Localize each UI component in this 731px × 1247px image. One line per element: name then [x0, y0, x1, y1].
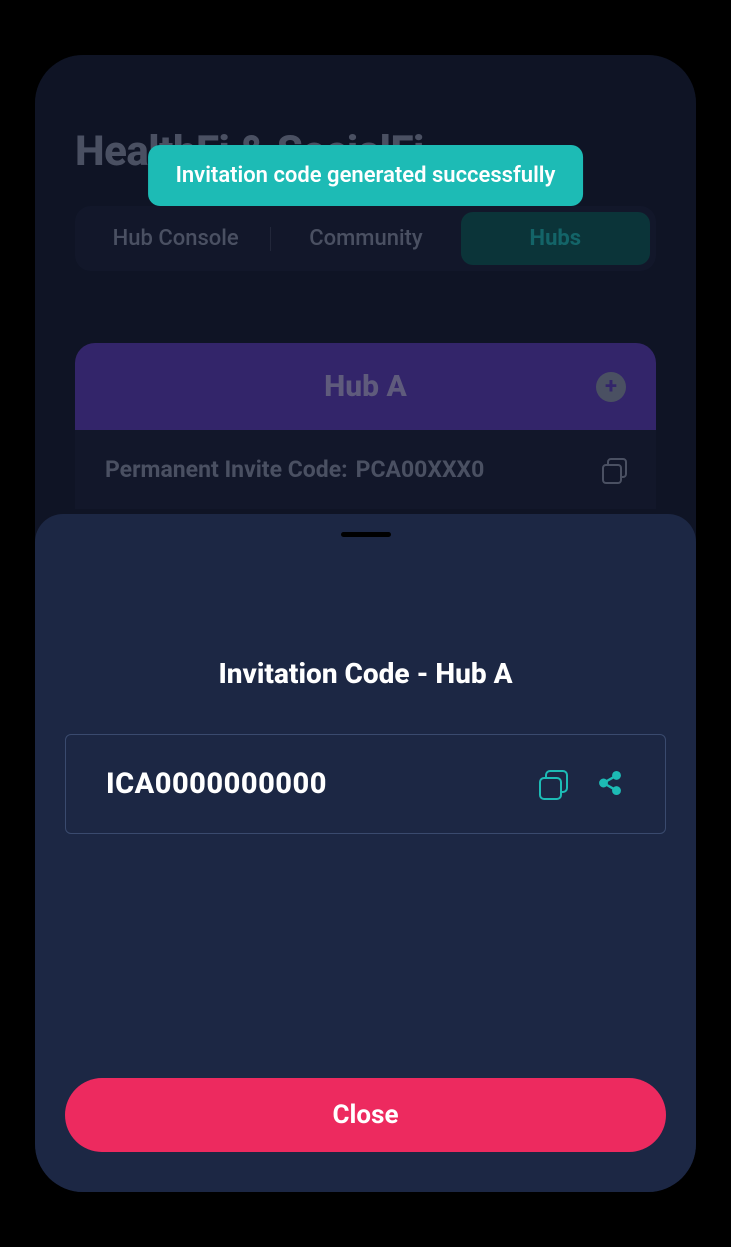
toast-message: Invitation code generated successfully	[176, 163, 556, 188]
copy-icon[interactable]	[602, 458, 626, 482]
modal-title: Invitation Code - Hub A	[65, 657, 666, 690]
permanent-invite-row: Permanent Invite Code: PCA00XXX0	[75, 430, 656, 509]
plus-icon: +	[605, 374, 617, 399]
hub-name: Hub A	[324, 369, 407, 404]
tab-hubs[interactable]: Hubs	[461, 212, 650, 265]
close-button[interactable]: Close	[65, 1078, 666, 1152]
permanent-invite-label: Permanent Invite Code:	[105, 456, 348, 483]
toast-notification: Invitation code generated successfully	[148, 145, 584, 206]
app-frame: HealthFi & SocialFi Hub Console Communit…	[35, 55, 696, 1192]
tab-hub-console[interactable]: Hub Console	[81, 212, 270, 265]
sheet-handle[interactable]	[341, 532, 391, 537]
add-hub-button[interactable]: +	[596, 372, 626, 402]
tab-community[interactable]: Community	[271, 212, 460, 265]
invitation-modal: Invitation Code - Hub A ICA0000000000 Cl…	[35, 514, 696, 1192]
invitation-code-box: ICA0000000000	[65, 734, 666, 834]
share-icon[interactable]	[597, 770, 625, 798]
invitation-code-value: ICA0000000000	[106, 767, 509, 801]
hub-card-header[interactable]: Hub A +	[75, 343, 656, 430]
permanent-invite-code: PCA00XXX0	[356, 456, 485, 483]
tabs: Hub Console Community Hubs	[75, 206, 656, 271]
copy-icon[interactable]	[539, 770, 567, 798]
